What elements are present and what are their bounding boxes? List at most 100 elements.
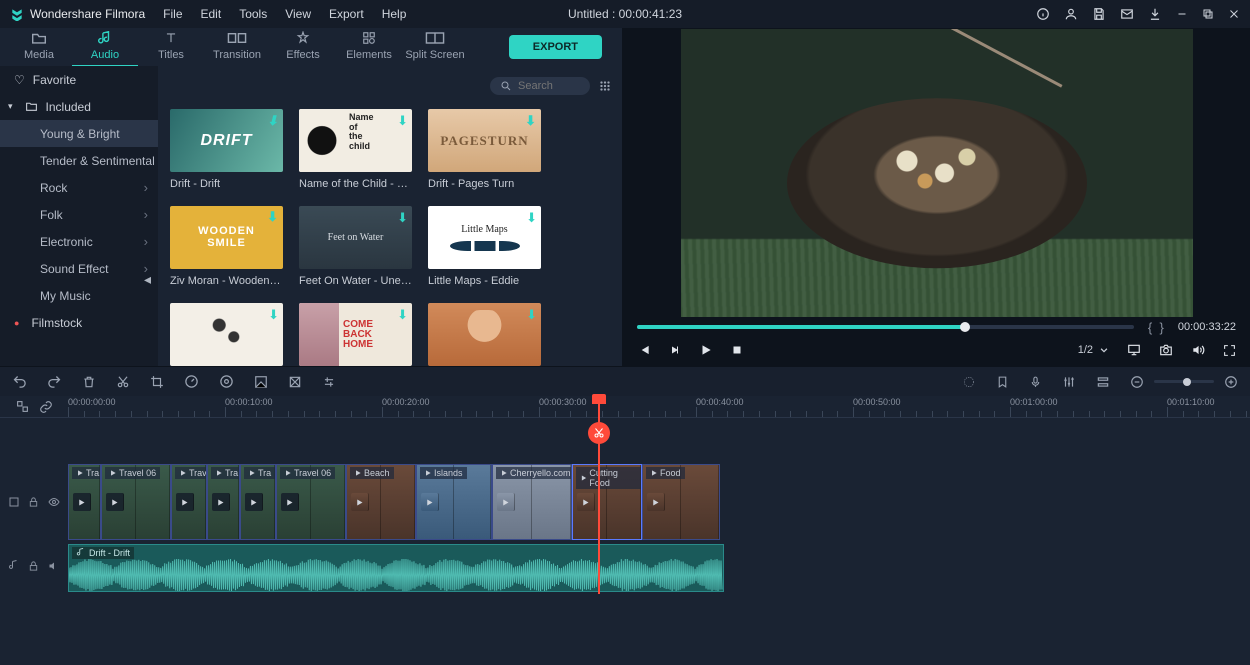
render-icon[interactable] (962, 375, 976, 389)
audio-card[interactable]: Little Maps⬇Little Maps - Eddie (428, 206, 541, 287)
download-badge-icon[interactable]: ⬇ (526, 210, 537, 226)
timeline-nest-icon[interactable] (16, 400, 29, 413)
mixer-icon[interactable] (1062, 375, 1076, 389)
audio-card[interactable]: ⬇ (170, 303, 283, 366)
crop-icon[interactable] (150, 375, 164, 389)
voiceover-icon[interactable] (1029, 375, 1042, 389)
marker-icon[interactable] (996, 375, 1009, 389)
cut-icon[interactable] (116, 375, 130, 389)
sidebar-item-electronic[interactable]: Electronic (0, 228, 158, 255)
video-clip[interactable]: Cutting Food (572, 464, 642, 540)
fullscreen-icon[interactable] (1223, 344, 1236, 357)
save-icon[interactable] (1092, 7, 1106, 21)
tab-audio[interactable]: Audio (72, 28, 138, 67)
audio-card[interactable]: Nameofthechild⬇Name of the Child - Moti… (299, 109, 412, 190)
timeline-ruler[interactable]: 00:00:00:0000:00:10:0000:00:20:0000:00:3… (68, 396, 1250, 417)
sidebar-item-young-bright[interactable]: Young & Bright (0, 120, 158, 147)
audio-lane[interactable]: Drift - Drift (68, 544, 1250, 594)
zoom-slider[interactable] (1154, 380, 1214, 383)
audio-card[interactable]: WOODENSMILE⬇Ziv Moran - Wooden Smi… (170, 206, 283, 287)
sidebar-included[interactable]: Included (0, 93, 158, 120)
menu-file[interactable]: File (163, 7, 182, 21)
window-maximize-icon[interactable] (1202, 8, 1214, 20)
download-badge-icon[interactable]: ⬇ (525, 113, 537, 129)
audio-card[interactable]: DRIFT⬇Drift - Drift (170, 109, 283, 190)
preview-page[interactable]: 1/2 (1078, 344, 1109, 356)
video-clip[interactable]: Islands (416, 464, 492, 540)
play-icon[interactable] (699, 343, 713, 357)
audio-card[interactable]: Feet on Water⬇Feet On Water - Unexpec… (299, 206, 412, 287)
grid-view-icon[interactable] (598, 79, 612, 93)
video-clip[interactable]: Travel 06 (101, 464, 171, 540)
volume-icon[interactable] (1191, 343, 1205, 357)
account-icon[interactable] (1064, 7, 1078, 21)
video-clip[interactable]: Beach (346, 464, 416, 540)
preview-scrubber[interactable] (637, 325, 1134, 329)
sidebar-item-rock[interactable]: Rock (0, 174, 158, 201)
step-back-icon[interactable] (669, 344, 681, 356)
scissor-icon[interactable] (588, 422, 610, 444)
window-close-icon[interactable] (1228, 8, 1240, 20)
menu-view[interactable]: View (285, 7, 311, 21)
tab-titles[interactable]: Titles (138, 28, 204, 67)
tab-effects[interactable]: Effects (270, 28, 336, 67)
download-badge-icon[interactable]: ⬇ (397, 113, 408, 129)
menu-export[interactable]: Export (329, 7, 364, 21)
audio-track-icon[interactable] (8, 560, 20, 572)
tab-elements[interactable]: Elements (336, 28, 402, 67)
sidebar-item-tender[interactable]: Tender & Sentimental (0, 147, 158, 174)
track-lock-icon[interactable] (28, 496, 39, 508)
video-lane[interactable]: TraTravel 06TravTraTraTravel 06BeachIsla… (68, 462, 1250, 542)
speed-icon[interactable] (184, 374, 199, 389)
sidebar-filmstock[interactable]: Filmstock (0, 309, 158, 336)
tab-split-screen[interactable]: Split Screen (402, 28, 468, 67)
info-icon[interactable] (1036, 7, 1050, 21)
mail-icon[interactable] (1120, 7, 1134, 21)
tab-media[interactable]: Media (6, 28, 72, 67)
playhead[interactable] (598, 396, 600, 594)
video-clip[interactable]: Food (642, 464, 720, 540)
display-icon[interactable] (1127, 343, 1141, 357)
sidebar-favorite[interactable]: Favorite (0, 66, 158, 93)
color-icon[interactable] (219, 374, 234, 389)
tab-transition[interactable]: Transition (204, 28, 270, 67)
track-toggle-icon[interactable] (8, 496, 20, 508)
download-badge-icon[interactable]: ⬇ (268, 307, 279, 323)
audio-mute-icon[interactable] (47, 560, 60, 572)
audio-clip[interactable]: Drift - Drift (68, 544, 724, 592)
keyframe-icon[interactable] (288, 375, 302, 389)
search-box[interactable] (490, 77, 590, 95)
sidebar-collapse-icon[interactable]: ◂ (144, 271, 151, 288)
delete-icon[interactable] (82, 375, 96, 389)
download-badge-icon[interactable]: ⬇ (397, 307, 408, 323)
window-minimize-icon[interactable] (1176, 8, 1188, 20)
menu-edit[interactable]: Edit (201, 7, 222, 21)
menu-help[interactable]: Help (382, 7, 407, 21)
audio-card[interactable]: ⬇ (428, 303, 541, 366)
download-badge-icon[interactable]: ⬇ (397, 210, 408, 226)
audio-card[interactable]: PAGESTURN⬇Drift - Pages Turn (428, 109, 541, 190)
video-clip[interactable]: Cherryello.com (492, 464, 572, 540)
video-clip[interactable]: Tra (207, 464, 240, 540)
video-clip[interactable]: Tra (240, 464, 276, 540)
search-input[interactable] (518, 80, 578, 92)
download-badge-icon[interactable]: ⬇ (267, 113, 279, 129)
adjust-icon[interactable] (322, 375, 336, 389)
audio-card[interactable]: COMEBACKHOME⬇ (299, 303, 412, 366)
video-clip[interactable]: Tra (68, 464, 101, 540)
menu-tools[interactable]: Tools (239, 7, 267, 21)
export-button[interactable]: EXPORT (509, 35, 602, 59)
mark-out-icon[interactable]: } (1160, 320, 1164, 335)
video-clip[interactable]: Travel 06 (276, 464, 346, 540)
snapshot-icon[interactable] (1159, 343, 1173, 357)
redo-icon[interactable] (47, 374, 62, 389)
video-clip[interactable]: Trav (171, 464, 207, 540)
green-screen-icon[interactable] (254, 375, 268, 389)
download-badge-icon[interactable]: ⬇ (267, 210, 279, 224)
track-visible-icon[interactable] (47, 496, 61, 508)
stop-icon[interactable] (731, 344, 743, 356)
preview-frame[interactable] (681, 29, 1193, 317)
zoom-in-icon[interactable] (1224, 375, 1238, 389)
zoom-out-icon[interactable] (1130, 375, 1144, 389)
timeline-link-icon[interactable] (39, 400, 53, 414)
